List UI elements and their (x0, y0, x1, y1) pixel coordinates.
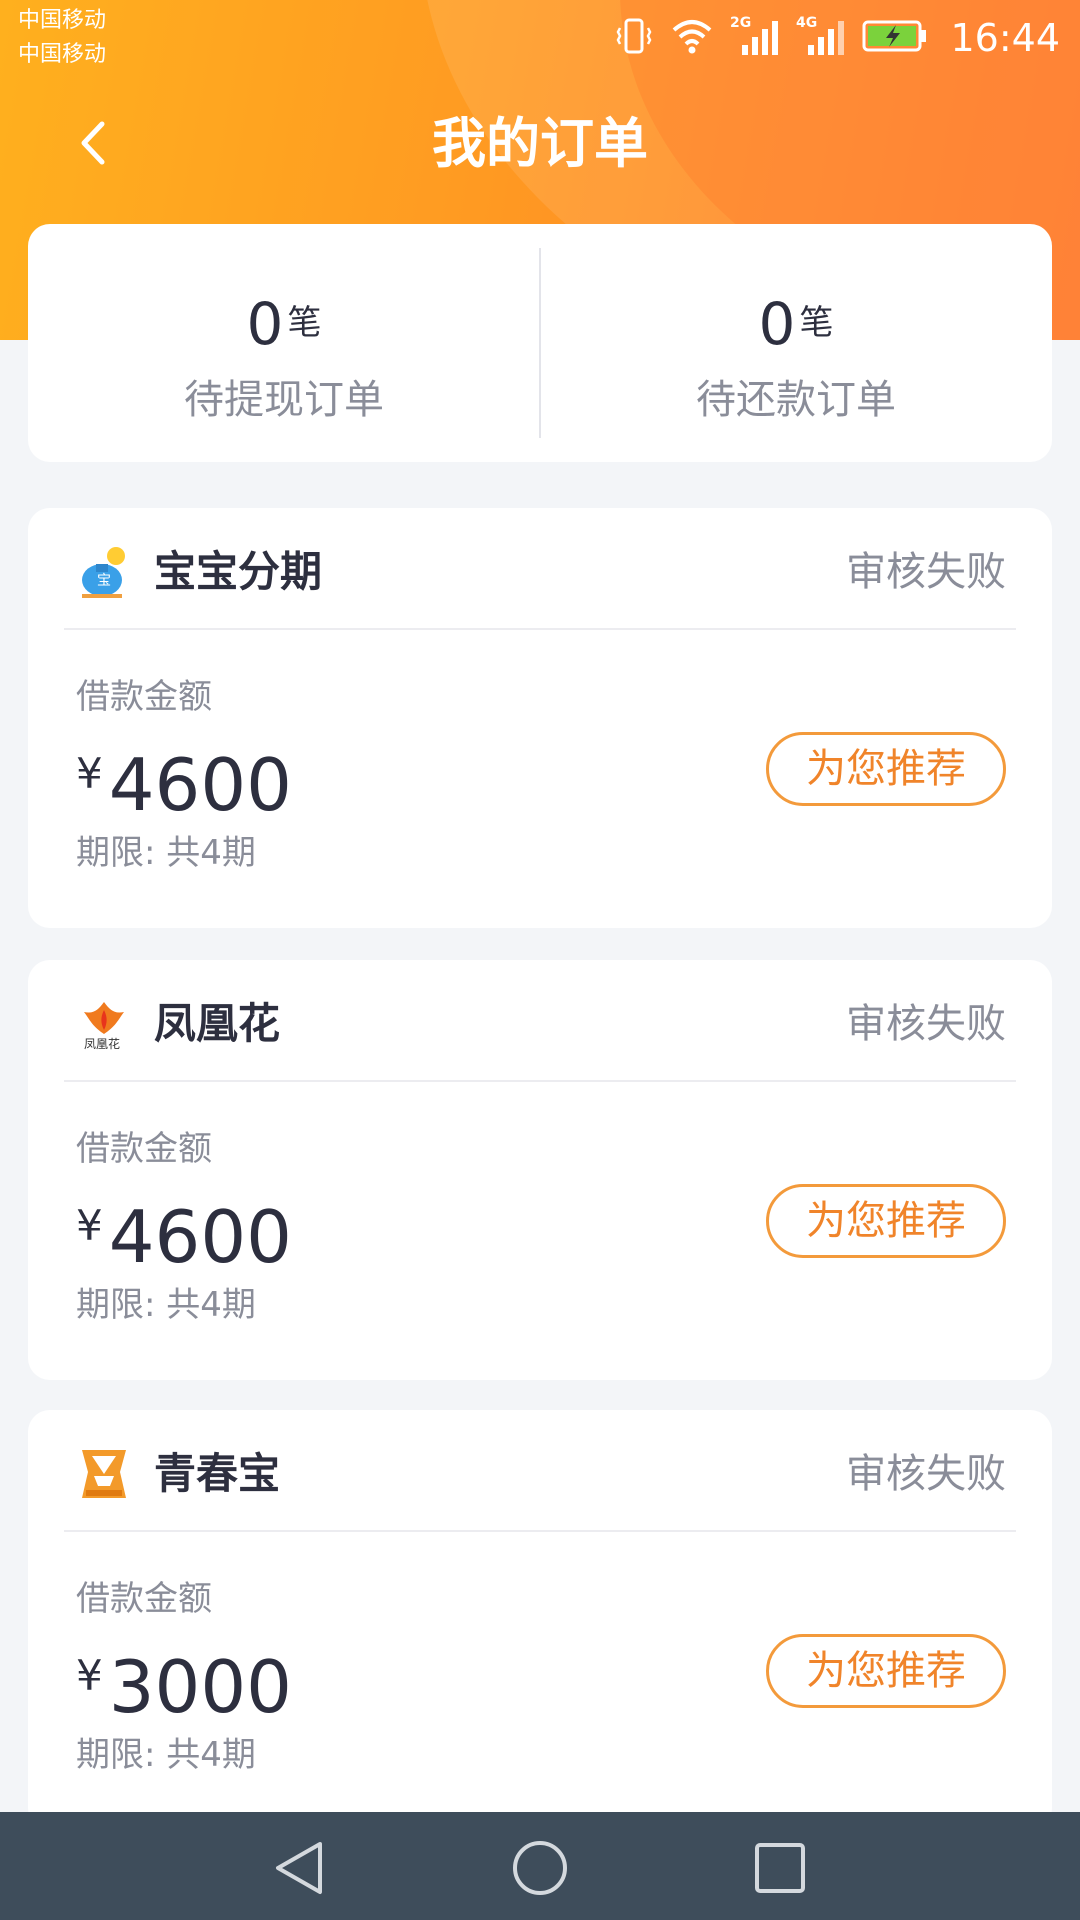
order-status: 审核失败 (846, 1451, 1006, 1497)
qingchunbao-logo-icon (76, 1446, 132, 1502)
carrier-label-2: 中国移动 (18, 42, 107, 67)
pending-repay-label: 待还款订单 (696, 377, 896, 423)
currency-symbol: ¥ (76, 1651, 103, 1700)
pending-withdraw-unit: 笔 (287, 303, 322, 343)
back-triangle-icon[interactable] (270, 1838, 330, 1898)
network-2g-label: 2G (730, 15, 751, 31)
page-title: 我的订单 (432, 112, 648, 175)
recents-square-icon[interactable] (750, 1838, 810, 1898)
home-circle-icon[interactable] (510, 1838, 570, 1898)
phoenix-logo-icon: 凤凰花 (76, 996, 132, 1052)
order-card[interactable]: 宝 宝宝分期 审核失败 借款金额 ¥4600 期限: 共4期 为您推荐 (28, 508, 1052, 928)
amount-value: 4600 (108, 743, 292, 827)
nav-bar: 我的订单 (0, 96, 1080, 192)
order-card[interactable]: 青春宝 审核失败 借款金额 ¥3000 期限: 共4期 为您推荐 (28, 1410, 1052, 1830)
clock: 16:44 (950, 16, 1060, 60)
order-summary-card: 0笔 待提现订单 0笔 待还款订单 (28, 224, 1052, 462)
wifi-icon (670, 16, 714, 60)
lender-name: 凤凰花 (154, 999, 281, 1048)
card-divider (64, 1080, 1016, 1082)
loan-term: 期限: 共4期 (76, 1285, 256, 1325)
pending-withdraw-label: 待提现订单 (184, 377, 384, 423)
recommend-button[interactable]: 为您推荐 (766, 1634, 1006, 1708)
order-card[interactable]: 凤凰花 凤凰花 审核失败 借款金额 ¥4600 期限: 共4期 为您推荐 (28, 960, 1052, 1380)
baobao-logo-icon: 宝 (76, 544, 132, 600)
recommend-button[interactable]: 为您推荐 (766, 1184, 1006, 1258)
amount-value: 3000 (108, 1645, 292, 1729)
card-divider (64, 1530, 1016, 1532)
loan-term: 期限: 共4期 (76, 833, 256, 873)
battery-charging-icon (862, 19, 928, 57)
card-divider (64, 628, 1016, 630)
loan-term: 期限: 共4期 (76, 1735, 256, 1775)
lender-name: 宝宝分期 (154, 547, 323, 596)
pending-withdraw-count: 0 (246, 290, 284, 358)
pending-repay-summary[interactable]: 0笔 待还款订单 (540, 224, 1052, 462)
signal-2g-icon: 2G (730, 13, 780, 63)
currency-symbol: ¥ (76, 749, 103, 798)
svg-text:凤凰花: 凤凰花 (84, 1036, 120, 1051)
vibrate-icon (614, 16, 654, 60)
carrier-label-1: 中国移动 (18, 8, 107, 33)
order-status: 审核失败 (846, 1001, 1006, 1047)
system-navigation-bar (0, 1812, 1080, 1920)
pending-withdraw-summary[interactable]: 0笔 待提现订单 (28, 224, 540, 462)
amount-label: 借款金额 (76, 677, 212, 717)
lender-name: 青春宝 (154, 1449, 281, 1498)
status-bar: 中国移动 中国移动 2G 4G 16:44 (0, 0, 1080, 76)
signal-4g-icon: 4G (796, 13, 846, 63)
svg-text:宝: 宝 (97, 573, 111, 589)
recommend-button[interactable]: 为您推荐 (766, 732, 1006, 806)
network-4g-label: 4G (796, 15, 817, 31)
amount-label: 借款金额 (76, 1129, 212, 1169)
amount-label: 借款金额 (76, 1579, 212, 1619)
order-status: 审核失败 (846, 549, 1006, 595)
currency-symbol: ¥ (76, 1201, 103, 1250)
pending-repay-unit: 笔 (799, 303, 834, 343)
pending-repay-count: 0 (758, 290, 796, 358)
amount-value: 4600 (108, 1195, 292, 1279)
